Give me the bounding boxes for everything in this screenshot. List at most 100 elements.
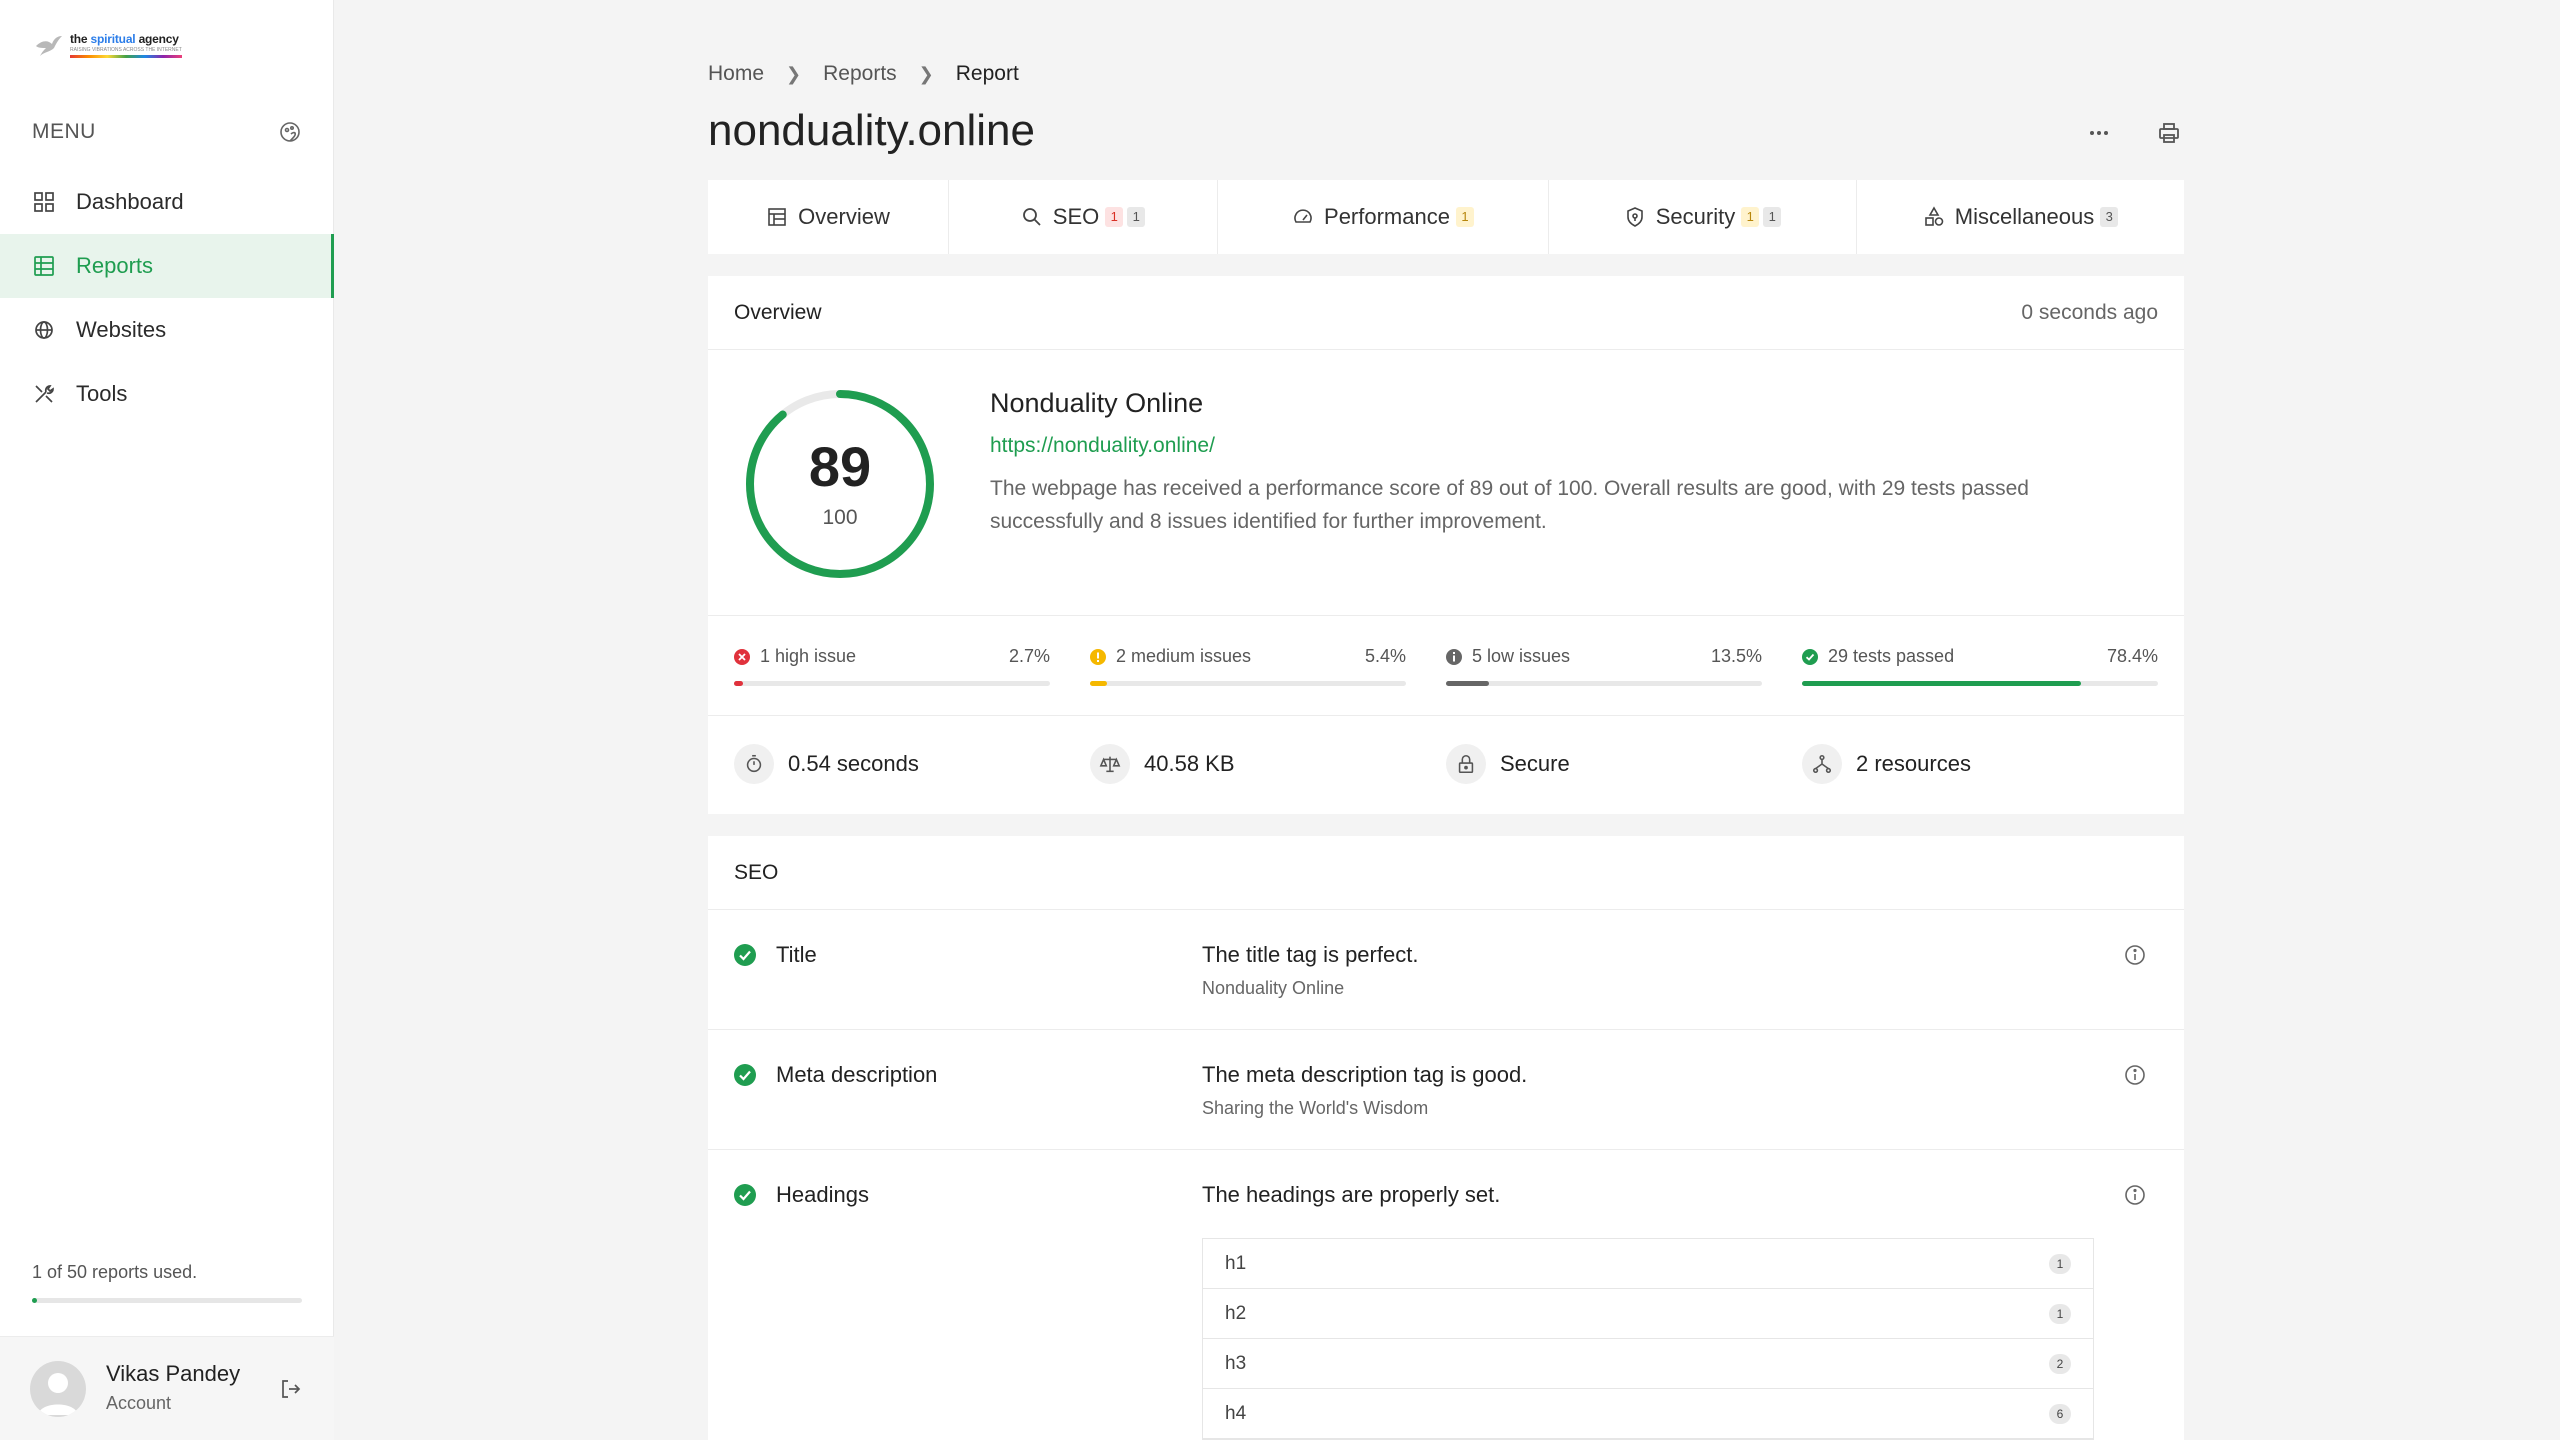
sidebar-item-websites[interactable]: Websites [0,298,334,362]
tab-performance[interactable]: Performance 1 [1218,180,1549,254]
dashboard-icon [32,190,56,214]
info-icon[interactable] [2124,1184,2146,1206]
brand-tagline: RAISING VIBRATIONS ACROSS THE INTERNET [70,47,182,53]
network-icon [1802,744,1842,784]
heading-row[interactable]: h4 6 [1203,1389,2093,1439]
info-icon[interactable] [2124,944,2146,966]
more-options-button[interactable] [2084,118,2114,148]
check-circle-icon [1802,648,1818,665]
info-filled-icon [1446,648,1462,665]
breadcrumb-home[interactable]: Home [708,62,764,86]
brand-logo[interactable]: the spiritual agency RAISING VIBRATIONS … [34,30,182,60]
menu-title: MENU [32,120,96,143]
avatar[interactable] [30,1361,86,1417]
reports-icon [32,254,56,278]
gauge-icon [1292,206,1314,228]
tab-label: Overview [798,204,890,229]
heading-tag: h3 [1225,1352,1247,1374]
heading-row[interactable]: h2 1 [1203,1289,2093,1339]
account-panel[interactable]: Vikas Pandey Account [0,1336,334,1440]
issue-bar [1446,681,1762,686]
seo-check-detail: Sharing the World's Wisdom [1202,1098,1429,1118]
overview-body: 89 100 Nonduality Online https://nondual… [708,350,2184,616]
logout-icon[interactable] [278,1377,302,1401]
check-circle-icon [734,1064,756,1086]
chevron-right-icon: ❯ [918,63,934,84]
stat-page-size: 40.58 KB [1090,744,1446,784]
sidebar-item-label: Dashboard [76,189,184,214]
sidebar-nav: Dashboard Reports Websites Tools [0,170,334,426]
low-issue-badge: 1 [1763,207,1782,227]
account-label: Account [106,1393,172,1413]
heading-tag: h4 [1225,1402,1247,1424]
seo-check-name: Title [776,942,817,967]
sidebar-item-tools[interactable]: Tools [0,362,334,426]
printer-icon [2159,123,2179,143]
lock-icon [1446,744,1486,784]
tab-label: Security [1655,204,1736,229]
issue-bar [1090,681,1406,686]
issue-percent: 78.4% [2106,646,2158,666]
sidebar: the spiritual agency RAISING VIBRATIONS … [0,0,334,1440]
usage-progress-bar [32,1298,302,1303]
page-actions [2084,118,2184,148]
heading-row[interactable]: h3 2 [1203,1339,2093,1389]
tab-miscellaneous[interactable]: Miscellaneous 3 [1857,180,2184,254]
theme-toggle-icon[interactable] [278,120,302,144]
issue-low: 5 low issues 13.5% [1446,616,1802,715]
low-issue-badge: 1 [1127,207,1146,227]
seo-check-name: Meta description [776,1062,938,1087]
sidebar-item-dashboard[interactable]: Dashboard [0,170,334,234]
tab-label: Miscellaneous [1954,204,2095,229]
sidebar-item-label: Websites [76,317,167,342]
site-url-link[interactable]: https://nonduality.online/ [990,434,1215,458]
stat-load-time: 0.54 seconds [734,744,1090,784]
check-circle-icon [734,1184,756,1206]
heading-tag: h1 [1225,1252,1247,1274]
usage-text: 1 of 50 reports used. [32,1262,198,1282]
stopwatch-icon [734,744,774,784]
issue-label: 5 low issues [1472,646,1571,666]
usage-progress-fill [32,1298,38,1303]
tab-seo[interactable]: SEO 1 1 [949,180,1218,254]
breadcrumb-reports[interactable]: Reports [823,62,897,86]
page-title: nonduality.online [708,106,1035,155]
breadcrumb-current: Report [955,62,1019,85]
more-horizontal-icon [2090,131,2108,135]
site-title: Nonduality Online [990,388,1204,418]
stat-resources: 2 resources [1802,744,2158,784]
tab-security[interactable]: Security 1 1 [1549,180,1857,254]
seo-check-name: Headings [776,1182,869,1207]
overview-title: Overview [734,300,822,324]
sidebar-item-reports[interactable]: Reports [0,234,334,298]
issue-label: 2 medium issues [1116,646,1252,666]
print-button[interactable] [2154,118,2184,148]
overview-icon [766,206,788,228]
issue-passed: 29 tests passed 78.4% [1802,616,2158,715]
tab-label: Performance [1324,204,1450,229]
info-icon[interactable] [2124,1064,2146,1086]
medium-issue-badge: 1 [1455,207,1474,227]
high-issue-badge: 1 [1105,207,1124,227]
shield-icon [1624,206,1646,228]
error-icon [734,648,750,665]
tab-overview[interactable]: Overview [708,180,949,254]
heading-row[interactable]: h1 1 [1203,1239,2093,1289]
heading-count: 1 [2049,1303,2071,1324]
issue-bar-fill [1090,681,1108,686]
globe-icon [32,318,56,342]
issue-bar [734,681,1050,686]
issue-percent: 2.7% [1008,646,1050,666]
issue-summary: 1 high issue 2.7% 2 medium issues 5.4% 5… [708,616,2184,716]
scale-icon [1090,744,1130,784]
brand-rainbow-bar [70,55,182,58]
headings-table: h1 1 h2 1 h3 2 h4 6 [1202,1238,2094,1440]
overview-card: Overview 0 seconds ago 89 100 Nonduality… [708,276,2184,814]
heading-count: 2 [2049,1353,2071,1374]
stat-value: 40.58 KB [1144,751,1235,776]
heading-count: 6 [2049,1403,2071,1424]
sidebar-item-label: Reports [76,253,154,278]
warning-icon [1090,648,1106,665]
score-value: 89 [808,435,872,498]
issue-percent: 5.4% [1364,646,1406,666]
